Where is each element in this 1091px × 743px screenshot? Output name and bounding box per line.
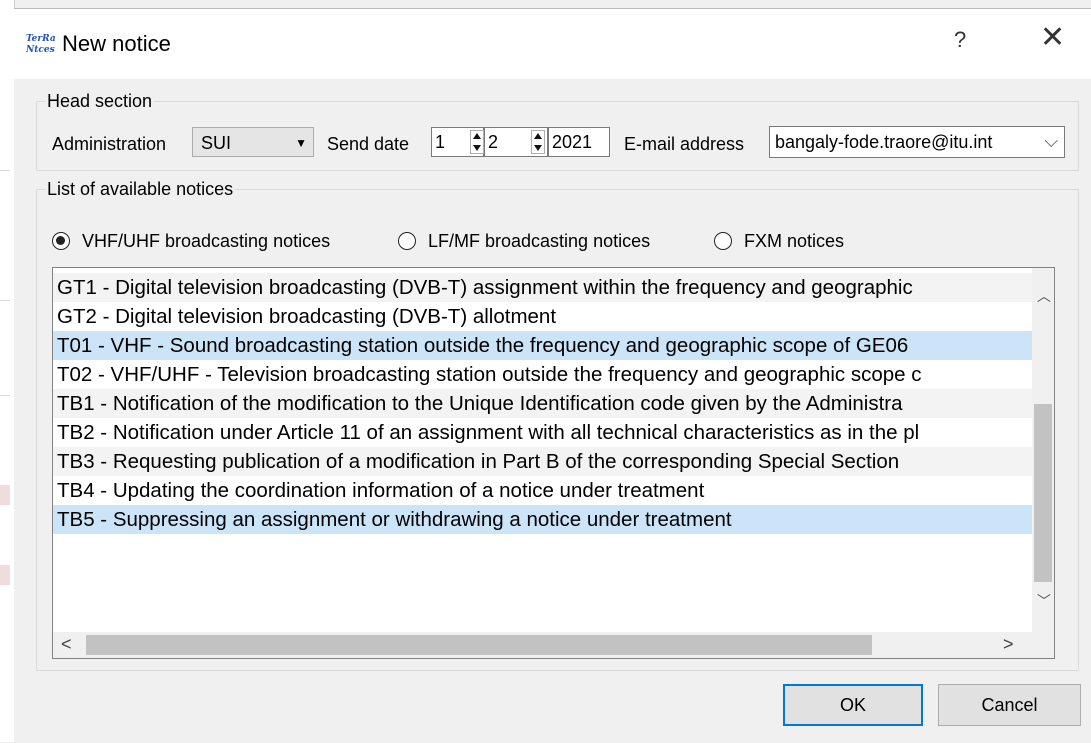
list-item[interactable]: TB3 - Requesting publication of a modifi… [53,447,1033,476]
radio-vhf-uhf[interactable]: VHF/UHF broadcasting notices [52,231,330,252]
radio-fxm-label: FXM notices [744,231,845,251]
app-icon: TerRa Ntces [26,34,56,55]
background-gridline [0,395,10,396]
scrollbar-corner [1033,632,1054,658]
radio-unchecked-icon [398,232,416,250]
list-item[interactable]: T01 - VHF - Sound broadcasting station o… [53,331,1033,360]
chevron-left-icon[interactable]: < [61,634,72,655]
notices-listbox[interactable]: GT1 - Digital television broadcasting (D… [52,267,1055,659]
vertical-scroll-thumb[interactable] [1034,404,1052,582]
chevron-down-icon[interactable]: ﹀ [1037,591,1051,611]
list-item[interactable]: TB2 - Notification under Article 11 of a… [53,418,1033,447]
new-notice-dialog: TerRa Ntces New notice ? ✕ Head section A… [14,8,1091,743]
list-item[interactable]: GT1 - Digital television broadcasting (D… [53,273,1033,302]
background-gridline [0,170,10,171]
list-item[interactable]: TB1 - Notification of the modification t… [53,389,1033,418]
list-item[interactable]: TB5 - Suppressing an assignment or withd… [53,505,1033,534]
help-button[interactable]: ? [954,27,966,53]
ok-button[interactable]: OK [783,684,923,726]
list-item[interactable]: T02 - VHF/UHF - Television broadcasting … [53,360,1033,389]
send-date-label: Send date [327,134,410,154]
vertical-scrollbar[interactable]: ︿ ﹀ [1032,268,1054,632]
chevron-right-icon[interactable]: > [1003,634,1014,655]
list-item[interactable]: TB4 - Updating the coordination informat… [53,476,1033,505]
send-year-field[interactable]: 2021 [548,127,610,157]
radio-lf-mf-label: LF/MF broadcasting notices [428,231,651,251]
background-gridline [0,300,10,301]
chevron-down-icon: ⌵ [1044,131,1058,151]
radio-checked-icon [52,232,70,250]
radio-fxm[interactable]: FXM notices [714,231,844,252]
administration-label: Administration [52,134,167,154]
send-month-spin-arrows-icon[interactable] [531,130,545,154]
email-label: E-mail address [624,134,745,154]
administration-value: SUI [201,133,232,153]
email-combobox[interactable]: bangaly-fode.traore@itu.int ⌵ [769,126,1065,158]
horizontal-scrollbar[interactable]: < > [53,632,1033,658]
email-value: bangaly-fode.traore@itu.int [775,132,993,152]
administration-select[interactable]: SUI ▼ [192,127,314,157]
triangle-down-icon: ▼ [295,136,307,150]
title-bar[interactable]: TerRa Ntces New notice ? ✕ [14,9,1091,79]
window-title: New notice [62,31,171,56]
send-year-value: 2021 [552,132,593,152]
notices-section-legend: List of available notices [47,179,234,199]
chevron-up-icon[interactable]: ︿ [1037,286,1051,306]
cancel-button[interactable]: Cancel [938,684,1081,726]
send-month-value: 2 [488,132,499,152]
send-day-value: 1 [435,132,446,152]
radio-unchecked-icon [714,232,732,250]
horizontal-scroll-thumb[interactable] [86,635,872,655]
background-window-edge [0,0,15,742]
send-day-spin-arrows-icon[interactable] [470,130,484,154]
head-section-legend: Head section [47,91,153,111]
radio-vhf-uhf-label: VHF/UHF broadcasting notices [82,231,331,251]
radio-lf-mf[interactable]: LF/MF broadcasting notices [398,231,650,252]
background-highlight [0,565,10,585]
list-item[interactable]: GT2 - Digital television broadcasting (D… [53,302,1033,331]
close-button[interactable]: ✕ [1040,23,1065,53]
background-highlight [0,485,10,505]
